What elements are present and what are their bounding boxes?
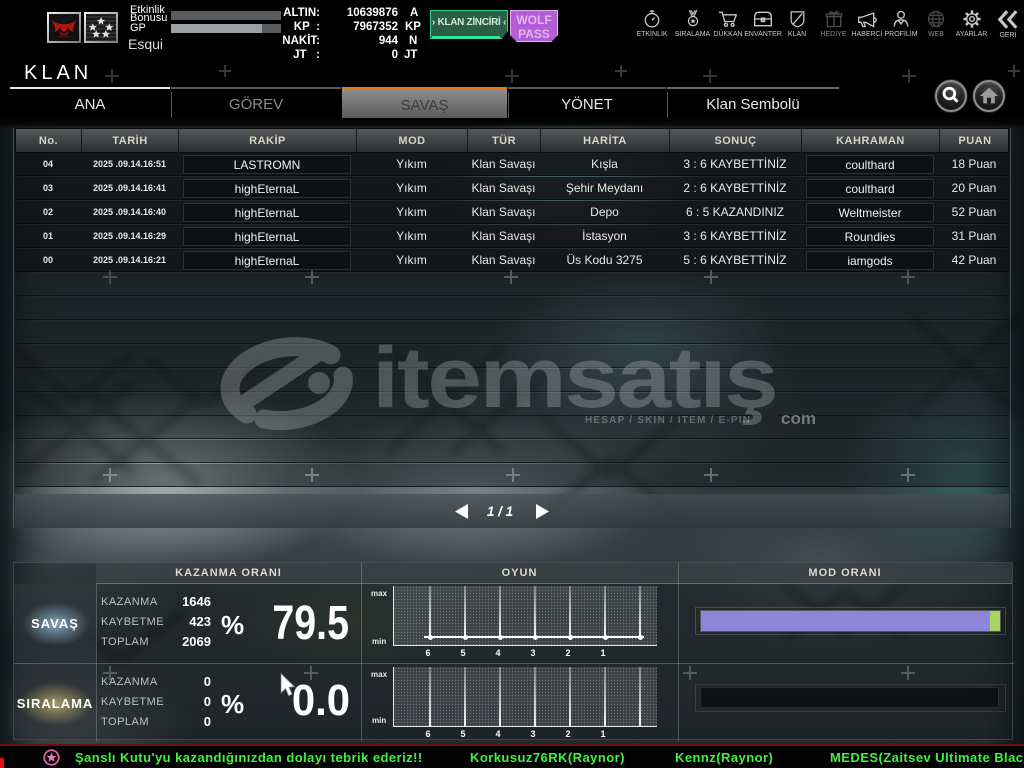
svg-text:1 / 1: 1 / 1 xyxy=(487,504,513,519)
